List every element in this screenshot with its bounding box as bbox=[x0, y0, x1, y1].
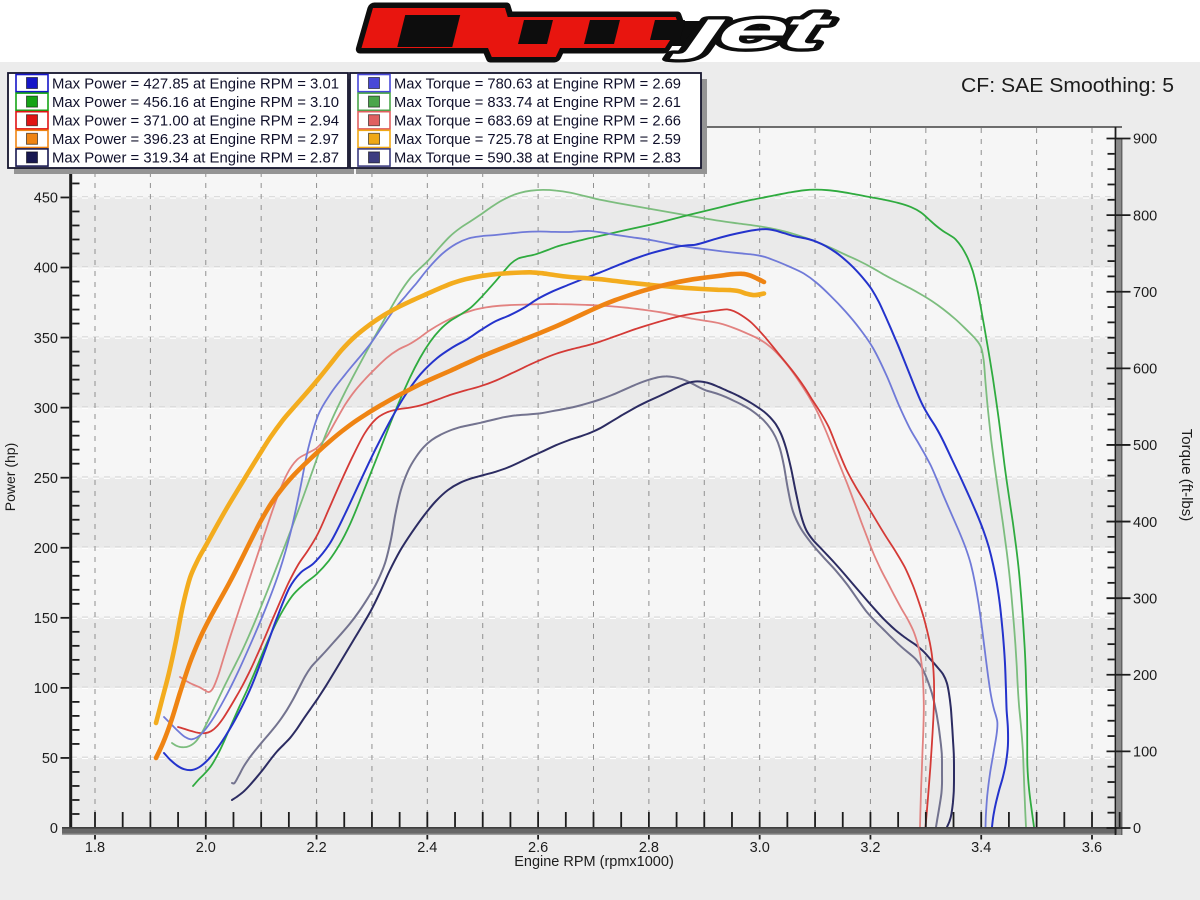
svg-text:Max Torque = 833.74 at Engine: Max Torque = 833.74 at Engine RPM = 2.61 bbox=[394, 95, 681, 111]
svg-text:3.2: 3.2 bbox=[860, 840, 880, 856]
svg-text:800: 800 bbox=[1133, 208, 1157, 224]
svg-text:350: 350 bbox=[34, 331, 58, 347]
svg-text:900: 900 bbox=[1133, 132, 1157, 148]
svg-text:500: 500 bbox=[1133, 438, 1157, 454]
svg-text:150: 150 bbox=[34, 611, 58, 627]
svg-text:0: 0 bbox=[50, 821, 58, 837]
svg-text:Max Torque = 683.69 at Engine: Max Torque = 683.69 at Engine RPM = 2.66 bbox=[394, 114, 681, 130]
svg-text:Max Torque = 590.38 at Engine: Max Torque = 590.38 at Engine RPM = 2.83 bbox=[394, 151, 681, 167]
svg-text:CF: SAE Smoothing: 5: CF: SAE Smoothing: 5 bbox=[961, 74, 1174, 97]
svg-text:Max Torque = 725.78 at Engine: Max Torque = 725.78 at Engine RPM = 2.59 bbox=[394, 132, 681, 148]
svg-text:Max Power = 319.34 at Engine R: Max Power = 319.34 at Engine RPM = 2.87 bbox=[52, 151, 339, 167]
svg-text:Max Power = 456.16 at Engine R: Max Power = 456.16 at Engine RPM = 3.10 bbox=[52, 95, 339, 111]
svg-text:Torque (ft-lbs): Torque (ft-lbs) bbox=[1178, 429, 1195, 522]
svg-text:3.0: 3.0 bbox=[750, 840, 770, 856]
svg-text:50: 50 bbox=[42, 751, 58, 767]
svg-text:200: 200 bbox=[34, 541, 58, 557]
svg-text:300: 300 bbox=[1133, 591, 1157, 607]
svg-text:100: 100 bbox=[1133, 745, 1157, 761]
svg-text:2.0: 2.0 bbox=[196, 840, 216, 856]
svg-text:Max Torque = 780.63 at Engine: Max Torque = 780.63 at Engine RPM = 2.69 bbox=[394, 76, 681, 92]
svg-text:Max Power = 371.00 at Engine R: Max Power = 371.00 at Engine RPM = 2.94 bbox=[52, 114, 339, 130]
svg-text:450: 450 bbox=[34, 191, 58, 207]
svg-text:ȷet: ȷet bbox=[669, 0, 838, 60]
svg-text:2.4: 2.4 bbox=[417, 840, 437, 856]
svg-text:700: 700 bbox=[1133, 285, 1157, 301]
svg-text:3.4: 3.4 bbox=[971, 840, 991, 856]
svg-text:250: 250 bbox=[34, 471, 58, 487]
svg-text:600: 600 bbox=[1133, 362, 1157, 378]
svg-text:0: 0 bbox=[1133, 821, 1141, 837]
svg-text:400: 400 bbox=[34, 261, 58, 277]
svg-text:Max Power = 427.85 at Engine R: Max Power = 427.85 at Engine RPM = 3.01 bbox=[52, 76, 339, 92]
svg-text:3.6: 3.6 bbox=[1082, 840, 1102, 856]
svg-text:1.8: 1.8 bbox=[85, 840, 105, 856]
svg-text:Engine RPM (rpmx1000): Engine RPM (rpmx1000) bbox=[514, 854, 674, 870]
svg-text:Max Power = 396.23 at Engine R: Max Power = 396.23 at Engine RPM = 2.97 bbox=[52, 132, 339, 148]
svg-text:200: 200 bbox=[1133, 668, 1157, 684]
svg-text:100: 100 bbox=[34, 681, 58, 697]
svg-text:300: 300 bbox=[34, 401, 58, 417]
svg-text:Power (hp): Power (hp) bbox=[2, 443, 18, 511]
svg-text:400: 400 bbox=[1133, 515, 1157, 531]
svg-text:2.2: 2.2 bbox=[307, 840, 327, 856]
